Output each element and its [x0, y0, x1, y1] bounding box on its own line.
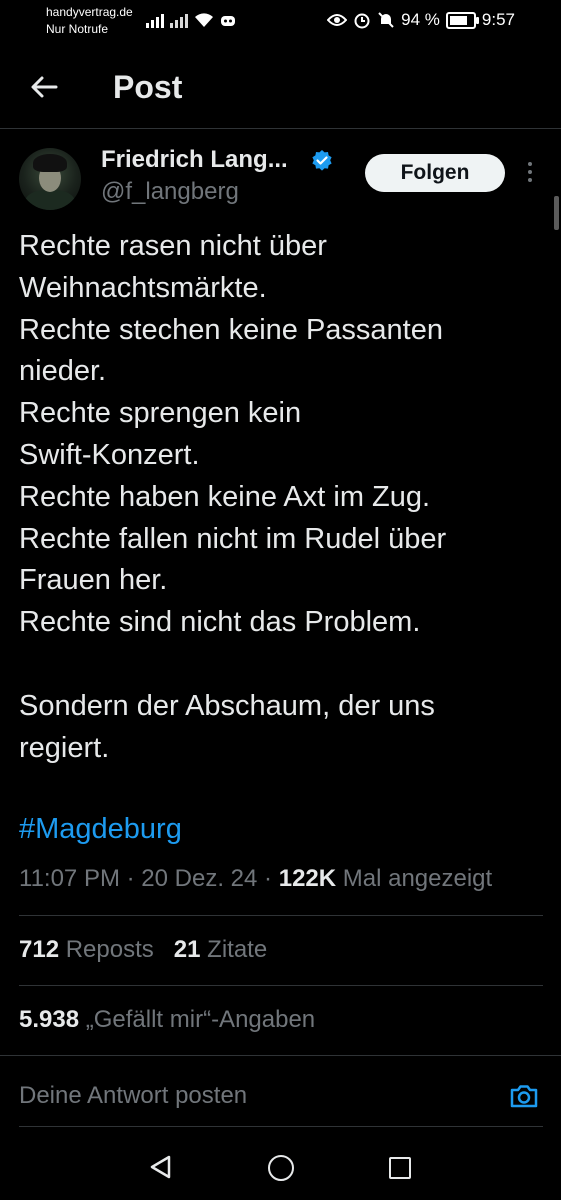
hashtag-link[interactable]: #Magdeburg: [19, 813, 182, 846]
discord-icon: [221, 16, 235, 26]
battery-percent: 94 %: [401, 10, 440, 29]
repost-stats: 712 Reposts 21 Zitate: [19, 936, 267, 964]
arrow-left-icon[interactable]: [28, 71, 60, 103]
wifi-icon: [195, 13, 213, 27]
post-line: nieder.: [19, 355, 107, 388]
author-handle[interactable]: @f_langberg: [101, 178, 239, 206]
nav-home-icon[interactable]: [268, 1155, 294, 1181]
meta-separator: ·: [264, 865, 273, 892]
views-count: 122K: [278, 865, 337, 892]
views-label: Mal angezeigt: [342, 865, 493, 892]
quotes-count: 21: [173, 936, 201, 963]
post-line: Rechte haben keine Axt im Zug.: [19, 480, 431, 513]
carrier-name: handyvertrag.de: [46, 5, 133, 19]
post-line: Weihnachtsmärkte.: [19, 271, 267, 304]
verified-badge-icon: [312, 150, 332, 171]
post-line: Rechte rasen nicht über: [19, 230, 327, 262]
page-title: Post: [113, 69, 183, 105]
signal-icons: [146, 10, 236, 28]
more-options-icon[interactable]: [523, 162, 537, 186]
clock: 9:57: [481, 10, 515, 29]
post-line: Swift-Konzert.: [19, 438, 200, 471]
post-line: Rechte fallen nicht im Rudel über: [19, 522, 447, 555]
post-text: Rechte rasen nicht über Weihnachtsmärkte…: [19, 226, 549, 769]
post-line: Sondern der Abschaum, der uns: [19, 689, 435, 722]
follow-button[interactable]: Folgen: [365, 154, 505, 192]
post-date[interactable]: 20 Dez. 24: [141, 865, 257, 892]
camera-icon[interactable]: [508, 1080, 540, 1112]
quotes-label: Zitate: [207, 936, 268, 963]
reposts-link[interactable]: 712 Reposts: [19, 936, 154, 963]
post-meta: 11:07 PM · 20 Dez. 24 · 122K Mal angezei…: [19, 865, 492, 893]
likes-label: „Gefällt mir“-Angaben: [85, 1006, 316, 1033]
nav-recents-icon[interactable]: [389, 1157, 411, 1179]
signal-strength-2-icon: [170, 14, 188, 28]
reply-input[interactable]: Deine Antwort posten: [19, 1082, 247, 1110]
signal-strength-icon: [146, 14, 164, 28]
reposts-label: Reposts: [65, 936, 154, 963]
header-divider: [0, 128, 561, 129]
post-line: regiert.: [19, 731, 110, 764]
status-right-group: 94 % 9:57: [327, 10, 515, 30]
post-line: Rechte sprengen kein: [19, 397, 302, 430]
battery-icon: [445, 11, 479, 29]
likes-link[interactable]: 5.938 „Gefällt mir“-Angaben: [19, 1006, 315, 1034]
mute-bell-icon: [378, 12, 394, 28]
reposts-count: 712: [19, 936, 60, 963]
author-name[interactable]: Friedrich Lang...: [101, 146, 288, 174]
post-time[interactable]: 11:07 PM: [19, 865, 120, 892]
post-line: Rechte sind nicht das Problem.: [19, 606, 421, 639]
carrier-status: Nur Notrufe: [46, 22, 109, 36]
divider: [19, 985, 543, 986]
post-line: Rechte stechen keine Passanten: [19, 313, 443, 346]
quotes-link[interactable]: 21 Zitate: [174, 936, 267, 963]
post-line: Frauen her.: [19, 564, 168, 597]
top-bar: Post: [0, 55, 561, 127]
scrollbar[interactable]: [554, 196, 559, 230]
divider: [19, 915, 543, 916]
reply-divider: [0, 1055, 561, 1056]
likes-count: 5.938: [19, 1006, 80, 1033]
eye-icon: [327, 14, 348, 26]
alarm-icon: [354, 13, 370, 29]
meta-separator: ·: [126, 865, 135, 892]
avatar[interactable]: [19, 148, 81, 210]
status-bar: handyvertrag.de Nur Notrufe 94 % 9:57: [0, 0, 561, 44]
nav-back-icon[interactable]: [148, 1154, 174, 1180]
system-nav-bar: [0, 1138, 561, 1200]
reply-divider-bottom: [19, 1126, 543, 1127]
